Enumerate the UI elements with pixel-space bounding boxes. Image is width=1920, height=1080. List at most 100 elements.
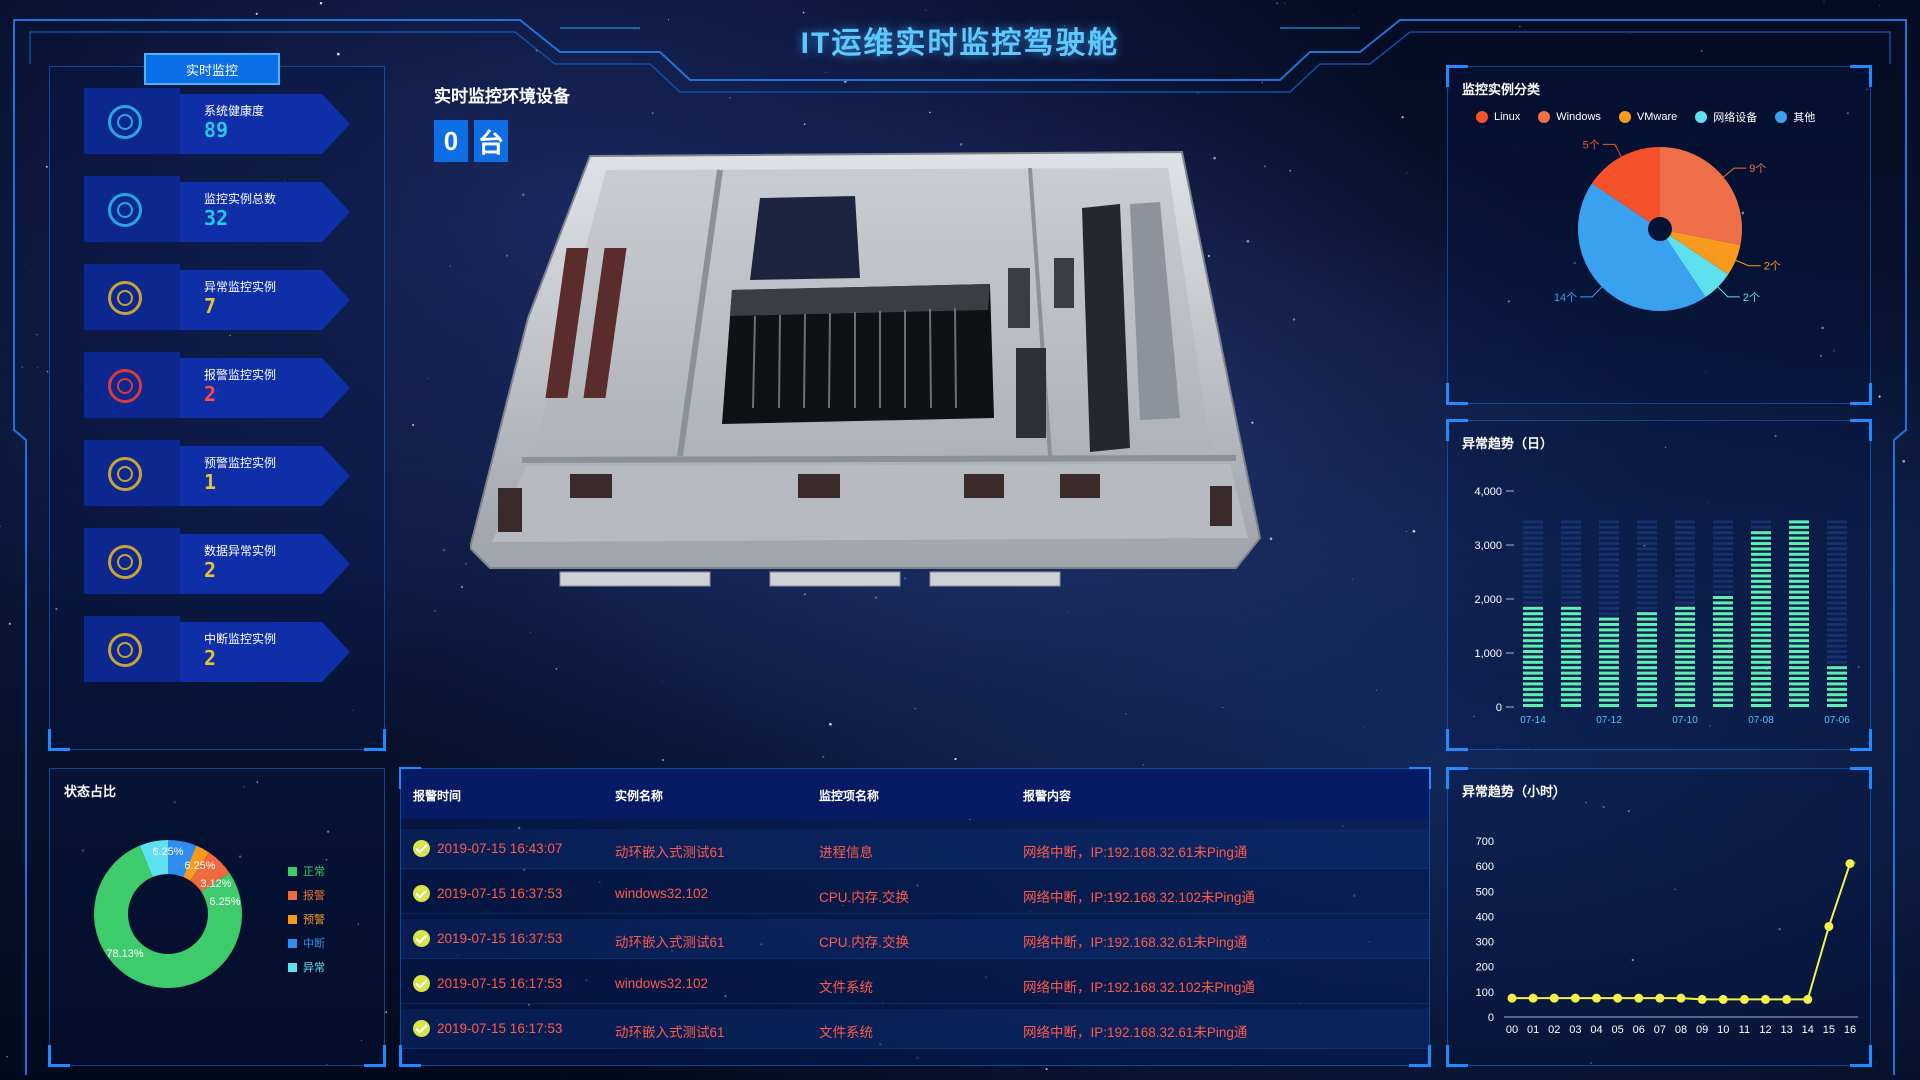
bar-segment bbox=[1827, 693, 1847, 697]
bar-segment bbox=[1675, 682, 1695, 686]
bar-background-segment bbox=[1561, 531, 1581, 535]
metric-card[interactable]: 报警监控实例 2 bbox=[84, 352, 350, 418]
star bbox=[651, 112, 654, 115]
legend-swatch bbox=[288, 914, 297, 924]
bar-segment bbox=[1789, 558, 1809, 562]
star bbox=[530, 631, 531, 633]
status-legend: 正常 报警 预警 中断异常 bbox=[288, 859, 325, 979]
legend-item[interactable]: 异常 bbox=[288, 955, 325, 979]
bar-background-segment bbox=[1561, 558, 1581, 562]
bar-background-segment bbox=[1713, 569, 1733, 572]
star bbox=[1269, 537, 1273, 540]
metric-card[interactable]: 系统健康度 89 bbox=[84, 88, 350, 154]
star bbox=[255, 12, 258, 15]
bar-background-segment bbox=[1637, 552, 1657, 556]
bar-segment bbox=[1713, 704, 1733, 707]
bar-segment bbox=[1675, 666, 1695, 670]
health-icon bbox=[108, 105, 142, 139]
bar-segment bbox=[1789, 666, 1809, 670]
data-point[interactable] bbox=[1845, 859, 1855, 869]
data-point[interactable] bbox=[1570, 993, 1580, 1003]
bar-background-segment bbox=[1523, 563, 1543, 567]
star bbox=[1875, 1061, 1877, 1063]
data-point[interactable] bbox=[1697, 994, 1707, 1004]
y-tick-label: 400 bbox=[1476, 911, 1494, 923]
bar-segment bbox=[1713, 623, 1733, 626]
data-point[interactable] bbox=[1824, 921, 1834, 931]
metric-card[interactable]: 预警监控实例 1 bbox=[84, 440, 350, 506]
bar-background-segment bbox=[1675, 552, 1695, 556]
legend-label: 异常 bbox=[303, 962, 325, 974]
star bbox=[929, 111, 931, 114]
x-tick-label: 07 bbox=[1654, 1024, 1666, 1036]
star bbox=[822, 755, 825, 759]
metric-card[interactable]: 中断监控实例 2 bbox=[84, 616, 350, 682]
bar-segment bbox=[1599, 623, 1619, 626]
table-row[interactable]: 2019-07-15 16:17:53 动环嵌入式测试61 文件系统 网络中断，IP:… bbox=[401, 1009, 1429, 1049]
legend-item[interactable]: 正常 bbox=[288, 859, 325, 883]
bar-segment bbox=[1599, 687, 1619, 691]
data-point[interactable] bbox=[1782, 994, 1792, 1004]
data-point[interactable] bbox=[1739, 994, 1749, 1004]
bar-background-segment bbox=[1827, 552, 1847, 556]
bar-background-segment bbox=[1827, 520, 1847, 524]
bar-segment bbox=[1675, 639, 1695, 643]
star bbox=[8, 622, 11, 625]
star bbox=[1376, 689, 1378, 691]
legend-item[interactable]: 报警 bbox=[288, 883, 325, 907]
x-tick-label: 13 bbox=[1781, 1024, 1793, 1036]
cell-item: CPU.内存.交换 bbox=[819, 935, 910, 950]
header-time[interactable]: 报警时间 bbox=[413, 787, 461, 804]
data-point[interactable] bbox=[1549, 993, 1559, 1003]
bar-segment bbox=[1713, 666, 1733, 670]
metric-card[interactable]: 异常监控实例 7 bbox=[84, 264, 350, 330]
table-row[interactable]: 2019-07-15 16:17:53 windows32.102 文件系统 网络中断… bbox=[401, 964, 1429, 1004]
data-point[interactable] bbox=[1592, 993, 1601, 1003]
legend-item[interactable]: 中断 bbox=[288, 931, 325, 955]
data-point[interactable] bbox=[1634, 993, 1644, 1003]
data-point[interactable] bbox=[1655, 993, 1665, 1003]
slice-percent-label: 6.25% bbox=[209, 896, 240, 908]
star bbox=[319, 1, 323, 5]
header-content[interactable]: 报警内容 bbox=[1023, 787, 1071, 804]
x-tick-label: 15 bbox=[1823, 1024, 1835, 1036]
device-count: 0 bbox=[434, 120, 468, 162]
star bbox=[803, 123, 806, 126]
data-point[interactable] bbox=[1803, 994, 1813, 1004]
data-point[interactable] bbox=[1613, 993, 1623, 1003]
bar-segment bbox=[1599, 693, 1619, 697]
server-room-3d-view[interactable] bbox=[470, 138, 1270, 618]
bar-segment bbox=[1675, 693, 1695, 697]
bar-background-segment bbox=[1523, 601, 1543, 605]
table-row[interactable]: 2019-07-15 16:37:53 windows32.102 CPU.内存.交… bbox=[401, 874, 1429, 914]
header-item[interactable]: 监控项名称 bbox=[819, 787, 879, 804]
table-row[interactable]: 2019-07-15 16:43:07 动环嵌入式测试61 进程信息 网络中断，IP:… bbox=[401, 829, 1429, 869]
bar-segment bbox=[1561, 660, 1581, 664]
metric-card[interactable]: 监控实例总数 32 bbox=[84, 176, 350, 242]
metric-card[interactable]: 数据异常实例 2 bbox=[84, 528, 350, 594]
data-point[interactable] bbox=[1676, 993, 1686, 1003]
bar-background-segment bbox=[1561, 552, 1581, 556]
bar-segment bbox=[1751, 542, 1771, 545]
cell-item: 文件系统 bbox=[819, 980, 873, 995]
data-point[interactable] bbox=[1761, 994, 1770, 1004]
pie-slice[interactable] bbox=[1660, 147, 1742, 245]
panel-corner bbox=[48, 729, 70, 751]
header-instance[interactable]: 实例名称 bbox=[615, 787, 663, 804]
bar-background-segment bbox=[1713, 552, 1733, 556]
cell-instance: 动环嵌入式测试61 bbox=[615, 1025, 725, 1040]
data-point[interactable] bbox=[1507, 993, 1517, 1003]
bar-background-segment bbox=[1827, 655, 1847, 659]
pie-slice-label: 2个 bbox=[1764, 260, 1781, 273]
star bbox=[1823, 1, 1825, 3]
realtime-monitor-tab[interactable]: 实时监控 bbox=[144, 53, 280, 85]
data-point[interactable] bbox=[1718, 994, 1728, 1004]
table-row[interactable]: 2019-07-15 16:37:53 动环嵌入式测试61 CPU.内存.交换 网络中… bbox=[401, 919, 1429, 959]
bar-segment bbox=[1789, 639, 1809, 643]
daily-trend-panel: 异常趋势（日） 0 1,000 2,000 3,000 4,000 07-14 07-12 0… bbox=[1446, 419, 1872, 751]
bar-background-segment bbox=[1599, 601, 1619, 605]
bar-segment bbox=[1713, 671, 1733, 675]
legend-item[interactable]: 预警 bbox=[288, 907, 325, 931]
data-point[interactable] bbox=[1528, 993, 1538, 1003]
status-ratio-panel: 状态占比 6.25% 6.25% 3.12% 6.25% 78.13% 正常 报警 预警 中断… bbox=[48, 768, 386, 1067]
